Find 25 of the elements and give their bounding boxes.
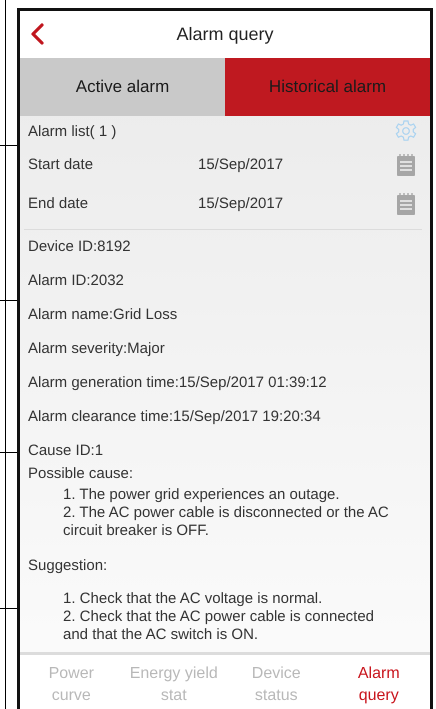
- cause-item: 1. The power grid experiences an outage.: [63, 486, 341, 504]
- possible-cause-heading: Possible cause:: [28, 464, 134, 484]
- calendar-icon[interactable]: [396, 192, 416, 216]
- suggestion-heading: Suggestion:: [28, 556, 108, 576]
- settings-icon[interactable]: [394, 119, 418, 143]
- detail-text: Alarm name:Grid Loss: [28, 305, 178, 325]
- calendar-icon[interactable]: [396, 152, 416, 176]
- detail-text: Alarm clearance time:15/Sep/2017 19:20:34: [28, 407, 322, 427]
- back-icon[interactable]: [30, 23, 44, 45]
- suggestion-item: 2. Check that the AC power cable is connected and that the AC switch is ON.: [63, 608, 376, 644]
- date-label: End date: [28, 195, 90, 212]
- detail-text: Alarm generation time:15/Sep/2017 01:39:12: [28, 373, 328, 393]
- date-label: Start date: [28, 156, 94, 173]
- detail-text: Alarm severity:Major: [28, 339, 166, 359]
- suggestion-item: 1. Check that the AC voltage is normal.: [63, 590, 324, 608]
- date-value[interactable]: 15/Sep/2017: [198, 156, 396, 173]
- detail-text: Cause ID:1: [28, 441, 104, 461]
- screen-title: Alarm query: [176, 24, 274, 45]
- date-value[interactable]: 15/Sep/2017: [198, 195, 396, 212]
- nav-tab[interactable]: Alarm query: [328, 655, 430, 709]
- detail-text: Device ID:8192: [28, 237, 132, 257]
- tab[interactable]: Active alarm: [20, 58, 225, 116]
- cause-item: 2. The AC power cable is disconnected or the AC circuit breaker is OFF.: [63, 504, 390, 540]
- detail-text: Alarm ID:2032: [28, 271, 125, 291]
- alarm-list-label: Alarm list( 1 ): [28, 122, 116, 140]
